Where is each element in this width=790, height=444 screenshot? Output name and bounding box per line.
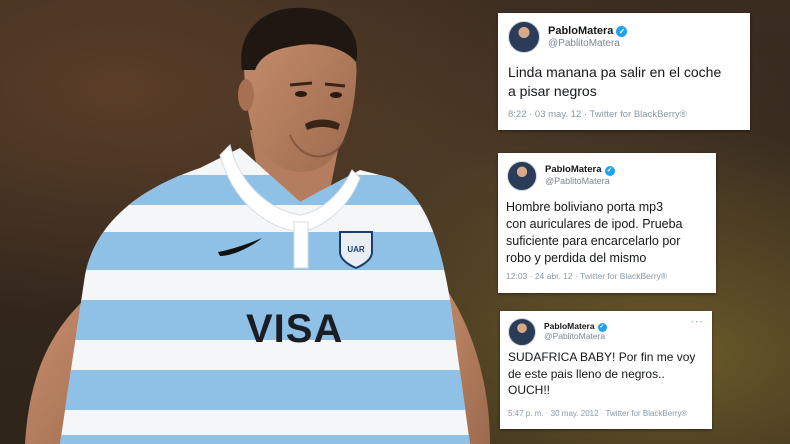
verified-badge-icon: ✓ xyxy=(616,25,628,37)
avatar[interactable] xyxy=(508,21,540,53)
tweet-timestamp[interactable]: 5:47 p. m. · 30 may. 2012 · Twitter for … xyxy=(508,409,687,418)
more-options-icon[interactable]: ··· xyxy=(691,317,704,328)
tweet-author-handle[interactable]: @PablitoMatera xyxy=(545,176,615,186)
tweet-header: PabloMatera ✓ @PablitoMatera xyxy=(508,318,607,346)
tweet-author-name[interactable]: PabloMatera ✓ xyxy=(548,25,628,38)
avatar[interactable] xyxy=(508,318,536,346)
tweet-author-handle[interactable]: @PablitoMatera xyxy=(548,38,627,50)
tweet-timestamp[interactable]: 8:22 · 03 may. 12 · Twitter for BlackBer… xyxy=(508,109,687,120)
tweet-text: SUDAFRICA BABY! Por fin me voy de este p… xyxy=(508,350,696,397)
tweet-timestamp[interactable]: 12:03 · 24 abr. 12 · Twitter for BlackBe… xyxy=(506,271,667,281)
tweet-header: PabloMatera ✓ @PablitoMatera xyxy=(507,161,615,191)
tweet-text: Hombre boliviano porta mp3 con auricular… xyxy=(506,200,683,265)
tweet-author-name[interactable]: PabloMatera ✓ xyxy=(545,164,615,176)
avatar[interactable] xyxy=(507,161,537,191)
svg-text:UAR: UAR xyxy=(347,245,365,254)
tweet-card[interactable]: PabloMatera ✓ @PablitoMatera Hombre boli… xyxy=(498,153,716,293)
verified-badge-icon: ✓ xyxy=(604,165,615,176)
tweet-text: Linda manana pa salir en el coche a pisa… xyxy=(508,64,722,99)
jersey-sponsor-text: VISA xyxy=(246,307,343,351)
tweet-card[interactable]: PabloMatera ✓ @PablitoMatera ··· SUDAFRI… xyxy=(500,311,712,429)
tweet-author-handle[interactable]: @PablitoMatera xyxy=(544,331,607,342)
tweet-card[interactable]: PabloMatera ✓ @PablitoMatera Linda manan… xyxy=(498,13,750,130)
tweet-header: PabloMatera ✓ @PablitoMatera xyxy=(508,21,628,53)
